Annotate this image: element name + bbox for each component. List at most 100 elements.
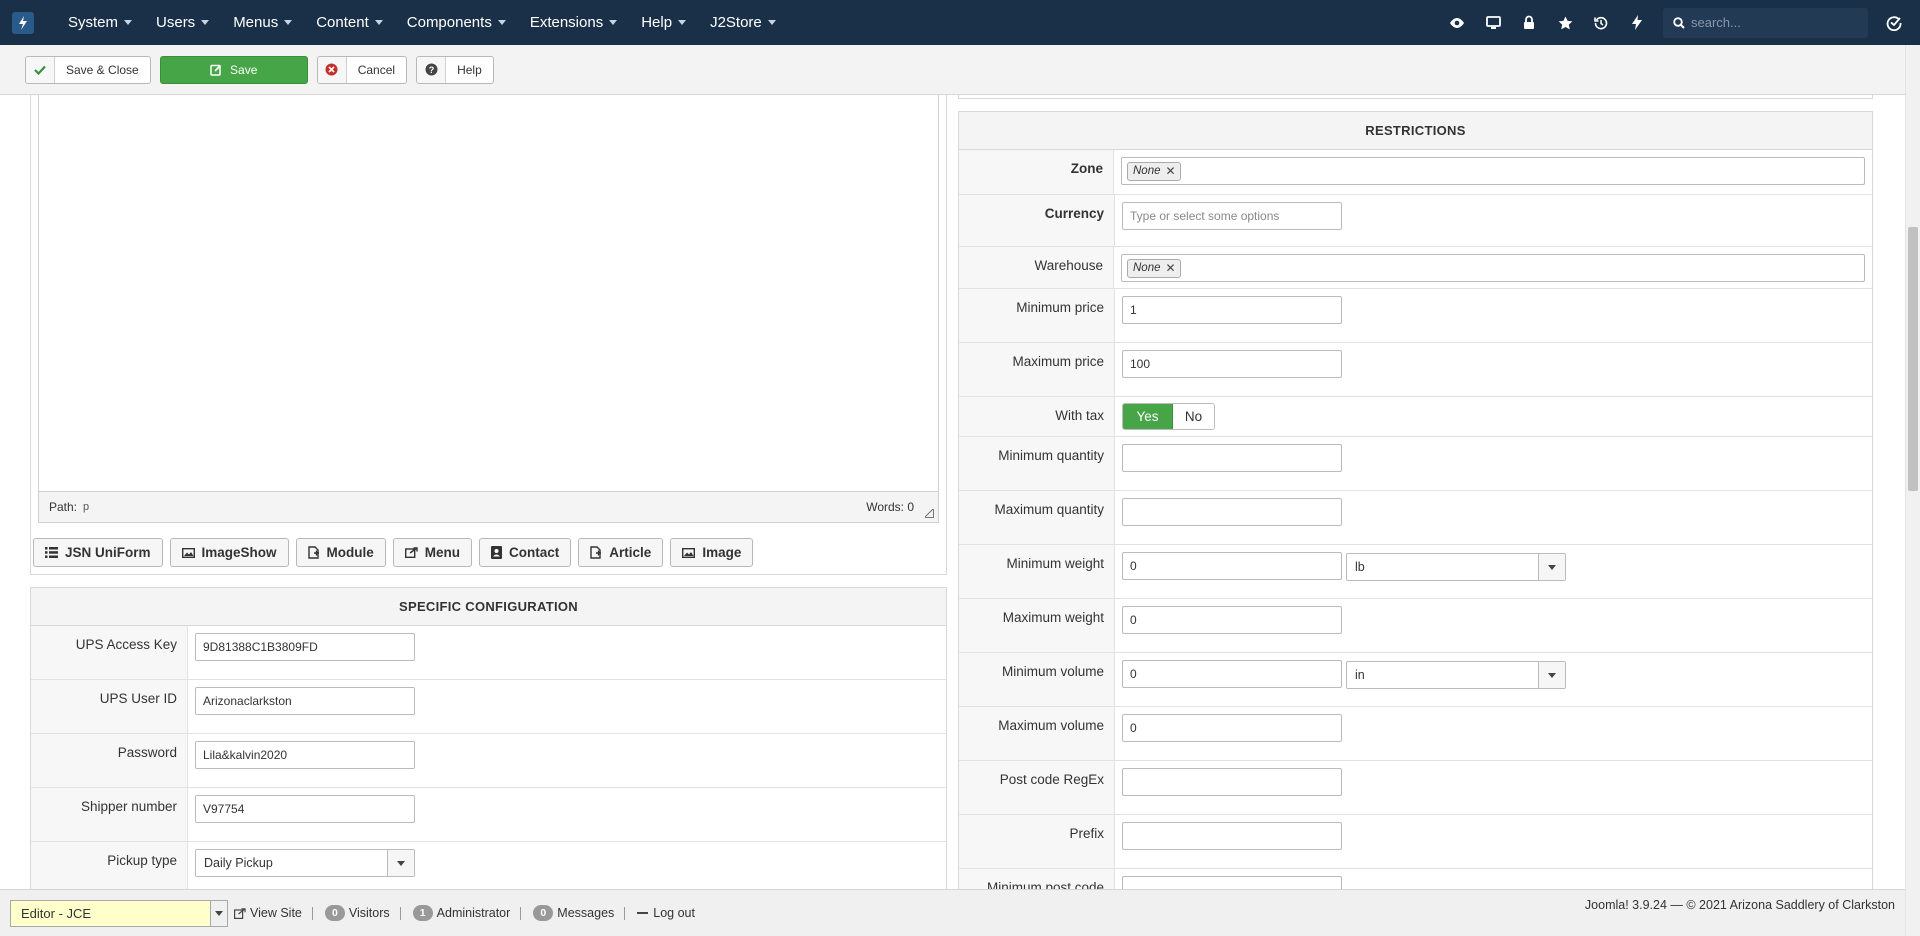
- question-circle-icon: ?: [417, 56, 447, 83]
- form-row-max-volume: Maximum volume: [959, 707, 1872, 761]
- form-row-password: Password: [31, 734, 946, 788]
- visitors-indicator[interactable]: 0 Visitors: [324, 905, 390, 921]
- max-volume-input[interactable]: [1122, 714, 1342, 742]
- resize-handle-icon[interactable]: [925, 509, 934, 518]
- jsn-uniform-button[interactable]: JSN UniForm: [33, 538, 163, 567]
- menu-system[interactable]: System: [56, 0, 144, 45]
- menu-j2store[interactable]: J2Store: [698, 0, 788, 45]
- field-label: Maximum quantity: [959, 491, 1115, 544]
- prefix-input[interactable]: [1122, 822, 1342, 850]
- menu-extensions[interactable]: Extensions: [518, 0, 629, 45]
- form-row-pickup-type: Pickup type Daily Pickup: [31, 842, 946, 889]
- form-row-zone: Zone None ✕: [959, 150, 1872, 195]
- administrator-badge: 1: [412, 905, 433, 921]
- remove-icon[interactable]: ✕: [1166, 164, 1176, 178]
- eye-icon[interactable]: [1439, 0, 1475, 45]
- ups-access-key-input[interactable]: [195, 633, 415, 661]
- previous-panel-bottom: [958, 95, 1873, 99]
- help-button[interactable]: ? Help: [416, 55, 494, 84]
- form-row-min-qty: Minimum quantity: [959, 437, 1872, 491]
- field-label: Maximum volume: [959, 707, 1115, 760]
- contact-button[interactable]: Contact: [479, 538, 572, 567]
- word-count: Words: 0: [866, 500, 914, 514]
- field-label: Password: [31, 734, 188, 787]
- field-label: Prefix: [959, 815, 1115, 868]
- weight-unit-select[interactable]: lb: [1346, 553, 1566, 581]
- main-content: Path: p Words: 0 JSN UniForm ImageShow M…: [0, 95, 1905, 889]
- lock-icon[interactable]: [1511, 0, 1547, 45]
- chevron-down-icon: [678, 20, 687, 25]
- status-footer: Editor - JCE View Site 0 Visitors 1 Admi…: [0, 889, 1905, 936]
- imageshow-button[interactable]: ImageShow: [169, 538, 289, 567]
- module-button[interactable]: Module: [295, 538, 386, 567]
- article-button[interactable]: Article: [578, 538, 664, 567]
- min-quantity-input[interactable]: [1122, 444, 1342, 472]
- visitors-badge: 0: [324, 905, 345, 921]
- with-tax-yes[interactable]: Yes: [1123, 404, 1173, 429]
- pickup-type-select[interactable]: Daily Pickup: [195, 849, 415, 877]
- save-close-button[interactable]: Save & Close: [25, 55, 151, 84]
- editor-select[interactable]: Editor - JCE: [10, 899, 228, 927]
- field-label: Minimum volume: [959, 653, 1115, 706]
- field-label: Zone: [959, 150, 1114, 194]
- remove-icon[interactable]: ✕: [1166, 261, 1176, 275]
- volume-unit-select[interactable]: in: [1346, 661, 1566, 689]
- messages-indicator[interactable]: 0 Messages: [533, 905, 614, 921]
- page-scrollbar[interactable]: [1905, 45, 1920, 936]
- administrator-indicator[interactable]: 1 Administrator: [412, 905, 510, 921]
- max-weight-input[interactable]: [1122, 606, 1342, 634]
- with-tax-no[interactable]: No: [1173, 404, 1214, 429]
- cancel-button[interactable]: Cancel: [316, 55, 408, 84]
- currency-input[interactable]: [1122, 202, 1342, 230]
- menu-content[interactable]: Content: [304, 0, 395, 45]
- editor-path[interactable]: p: [83, 501, 89, 513]
- chevron-down-icon: [767, 20, 776, 25]
- form-row-min-volume: Minimum volume in: [959, 653, 1872, 707]
- min-volume-input[interactable]: [1122, 660, 1342, 688]
- field-label: Warehouse: [959, 247, 1114, 288]
- field-label: Post code RegEx: [959, 761, 1115, 814]
- ups-user-id-input[interactable]: [195, 687, 415, 715]
- navbar-search: [1663, 7, 1868, 38]
- menu-users[interactable]: Users: [144, 0, 221, 45]
- menu-button[interactable]: Menu: [392, 538, 473, 567]
- cancel-circle-icon: [317, 56, 347, 83]
- history-icon[interactable]: [1583, 0, 1619, 45]
- max-price-input[interactable]: [1122, 350, 1342, 378]
- search-icon: [1673, 16, 1685, 29]
- svg-text:?: ?: [428, 65, 434, 75]
- min-weight-input[interactable]: [1122, 552, 1342, 580]
- field-label: UPS Access Key: [31, 626, 188, 679]
- list-icon: [45, 547, 58, 558]
- zone-multiselect[interactable]: None ✕: [1121, 157, 1865, 185]
- max-quantity-input[interactable]: [1122, 498, 1342, 526]
- logout-link[interactable]: Log out: [637, 906, 695, 920]
- password-input[interactable]: [195, 741, 415, 769]
- main-menu: System Users Menus Content Components Ex…: [56, 0, 788, 45]
- editor-content-area[interactable]: [38, 95, 939, 492]
- menu-menus[interactable]: Menus: [221, 0, 304, 45]
- lightning-icon[interactable]: [1619, 0, 1655, 45]
- shipper-number-input[interactable]: [195, 795, 415, 823]
- image-button[interactable]: Image: [670, 538, 754, 567]
- min-postcode-input[interactable]: [1122, 876, 1342, 889]
- save-button[interactable]: Save: [159, 55, 308, 84]
- menu-components[interactable]: Components: [395, 0, 518, 45]
- zone-chip: None ✕: [1127, 161, 1181, 181]
- search-input[interactable]: [1691, 15, 1861, 30]
- minus-icon: [637, 912, 649, 914]
- joomla-check-icon[interactable]: [1868, 0, 1920, 45]
- min-price-input[interactable]: [1122, 296, 1342, 324]
- desktop-icon[interactable]: [1475, 0, 1511, 45]
- panel-title: RESTRICTIONS: [959, 112, 1872, 150]
- field-label: UPS User ID: [31, 680, 188, 733]
- warehouse-multiselect[interactable]: None ✕: [1121, 254, 1865, 282]
- form-row-min-price: Minimum price: [959, 289, 1872, 343]
- postcode-regex-input[interactable]: [1122, 768, 1342, 796]
- menu-help[interactable]: Help: [629, 0, 698, 45]
- view-site-link[interactable]: View Site: [234, 906, 302, 920]
- star-icon[interactable]: [1547, 0, 1583, 45]
- joomla-logo-icon[interactable]: [12, 11, 34, 34]
- scrollbar-thumb[interactable]: [1908, 227, 1918, 491]
- file-add-icon: [307, 546, 320, 559]
